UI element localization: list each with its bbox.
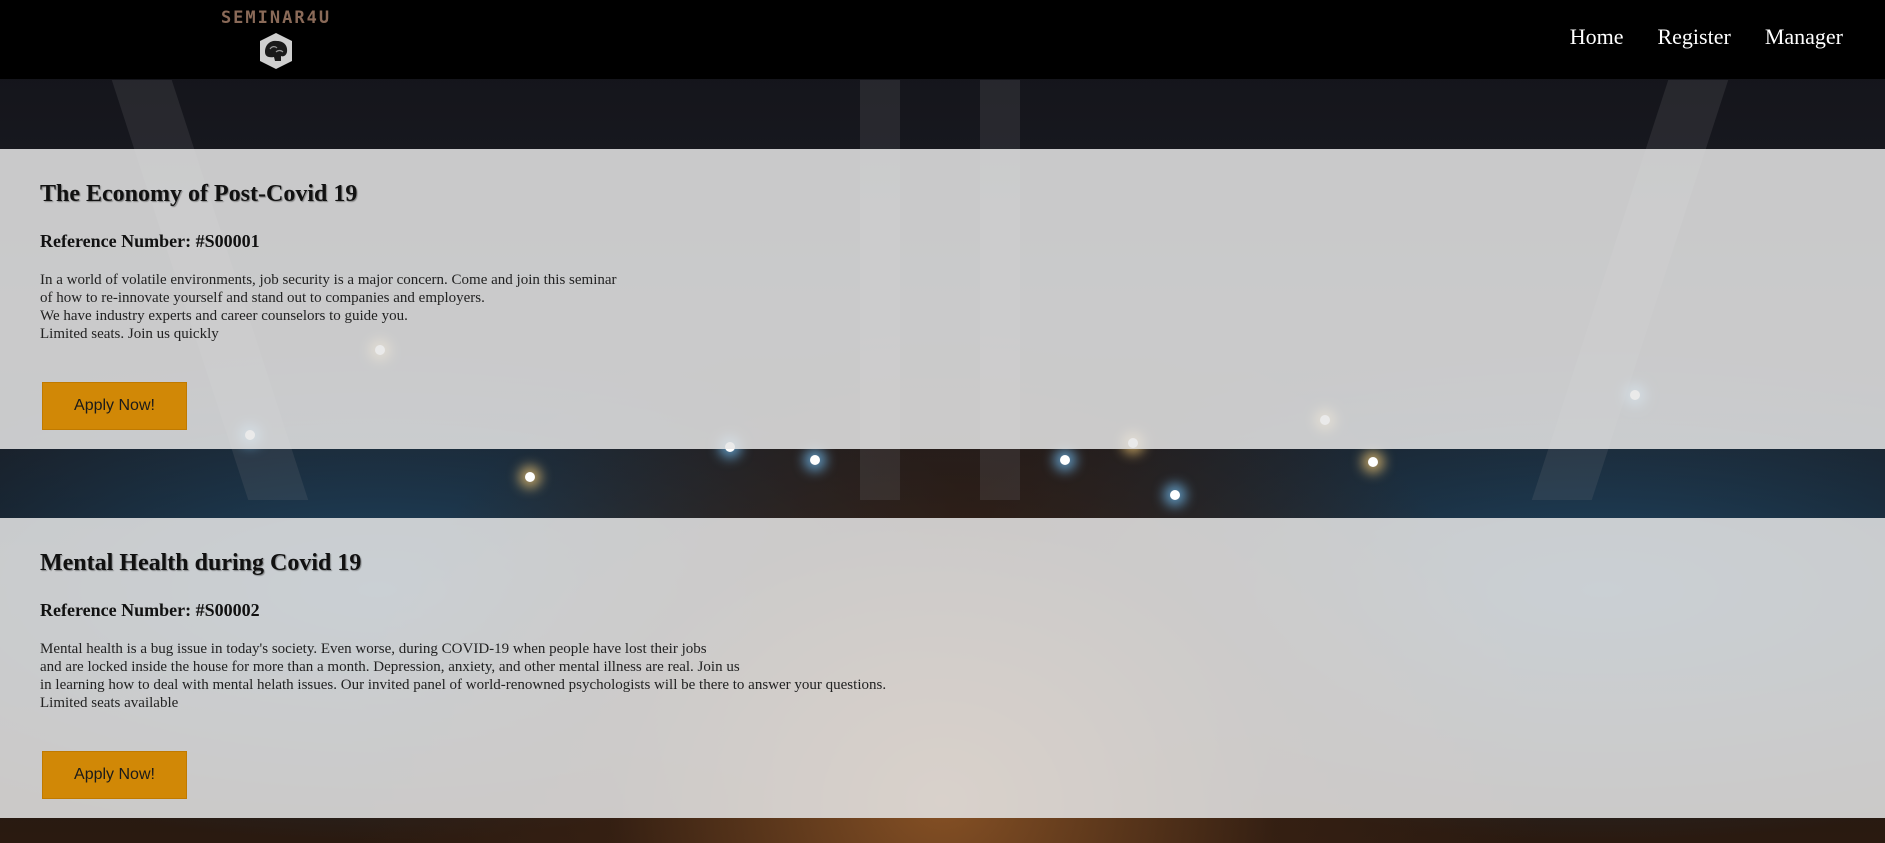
description-line: We have industry experts and career coun… [40, 308, 408, 324]
top-navbar: SEMINAR4U Home Register Manager [0, 0, 1885, 79]
description-line: of how to re-innovate yourself and stand… [40, 290, 485, 306]
nav-register-link[interactable]: Register [1657, 24, 1730, 50]
logo-text: SEMINAR4U [220, 8, 332, 28]
seminar-description: In a world of volatile environments, job… [40, 271, 617, 343]
seminar-description: Mental health is a bug issue in today's … [40, 640, 886, 712]
nav-home-link[interactable]: Home [1570, 24, 1624, 50]
apply-now-button[interactable]: Apply Now! [42, 382, 187, 430]
description-line: and are locked inside the house for more… [40, 659, 740, 675]
nav-manager-link[interactable]: Manager [1765, 24, 1843, 50]
apply-now-button[interactable]: Apply Now! [42, 751, 187, 799]
seminar-card-1: The Economy of Post-Covid 19 Reference N… [0, 149, 1885, 449]
description-line: In a world of volatile environments, job… [40, 272, 617, 288]
description-line: in learning how to deal with mental hela… [40, 677, 887, 693]
site-logo[interactable]: SEMINAR4U [200, 8, 352, 70]
seminar-card-2: Mental Health during Covid 19 Reference … [0, 518, 1885, 818]
seminar-title: Mental Health during Covid 19 [40, 550, 362, 576]
main-nav: Home Register Manager [1570, 24, 1843, 50]
description-line: Limited seats available [40, 695, 179, 711]
seminar-reference: Reference Number: #S00001 [40, 231, 260, 251]
seminar-reference: Reference Number: #S00002 [40, 600, 260, 620]
description-line: Mental health is a bug issue in today's … [40, 641, 707, 657]
brain-icon [260, 33, 292, 69]
seminar-title: The Economy of Post-Covid 19 [40, 181, 358, 207]
description-line: Limited seats. Join us quickly [40, 326, 219, 342]
